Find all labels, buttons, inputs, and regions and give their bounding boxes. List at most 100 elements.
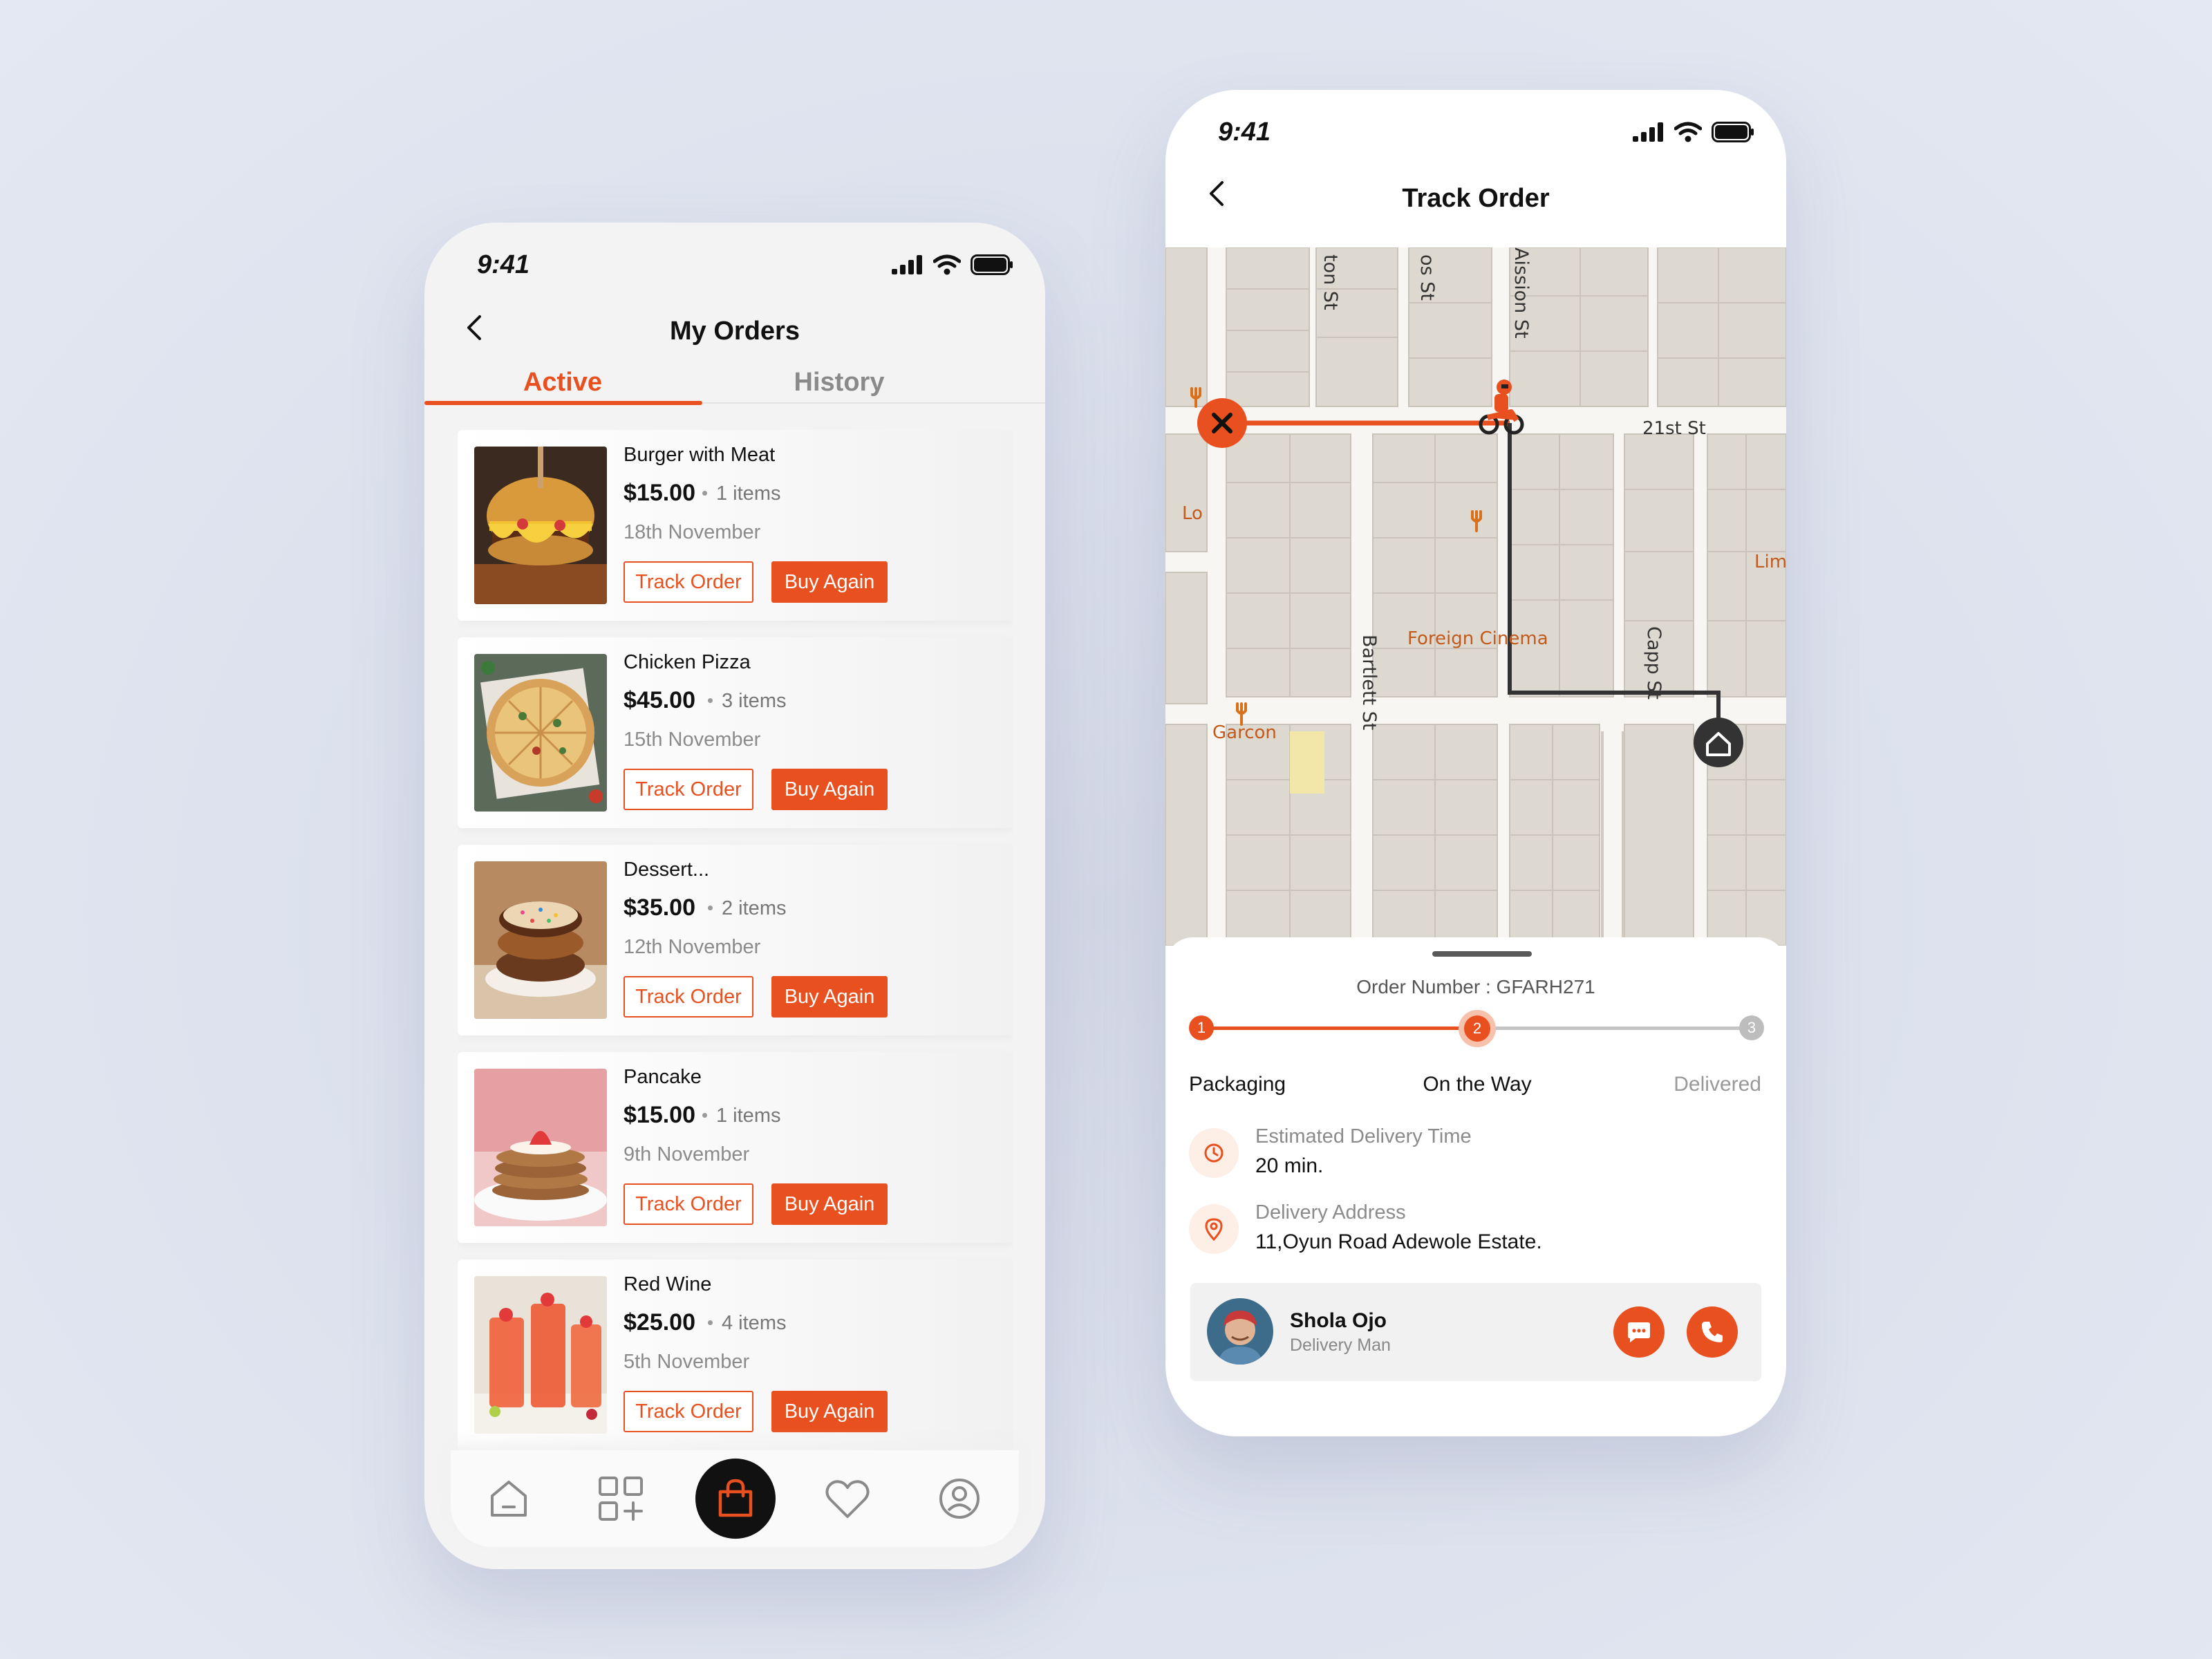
food-image-dessert [474,861,607,1019]
buy-again-button[interactable]: Buy Again [771,769,888,810]
order-date: 5th November [624,1351,750,1373]
eta-label: Estimated Delivery Time [1255,1125,1472,1147]
order-name: Pancake [624,1066,702,1088]
separator-dot [708,906,713,910]
food-image-pancake [474,1069,607,1226]
order-date: 18th November [624,521,761,543]
signal-icon [1633,122,1663,142]
orders-list[interactable]: Burger with Meat $15.00 1 items 18th Nov… [458,430,1013,1474]
map-street-label: Capp St [1643,626,1665,700]
home-location-marker[interactable] [1694,718,1743,767]
order-price: $35.00 [624,894,695,921]
map-poi-label: Garcon [1212,722,1277,743]
map-street-label: ton St [1320,254,1341,310]
status-time: 9:41 [477,250,530,279]
order-name: Red Wine [624,1273,712,1295]
buy-again-button[interactable]: Buy Again [771,1391,888,1432]
driver-role: Delivery Man [1290,1335,1391,1355]
signal-icon [892,255,922,274]
tab-history[interactable]: History [701,368,977,397]
progress-fill [1201,1027,1477,1030]
message-driver-button[interactable] [1613,1306,1665,1358]
track-order-phone: 9:41 Track Order ton St os St Aission St… [1165,90,1786,1436]
nav-home[interactable] [478,1468,539,1529]
nav-profile[interactable] [929,1468,990,1529]
order-items-count: 1 items [716,1105,781,1127]
nav-orders[interactable] [695,1459,776,1539]
order-card[interactable]: Red Wine $25.00 4 items 5th November Tra… [458,1259,1013,1450]
clock-icon-badge [1189,1128,1239,1178]
eta-value: 20 min. [1255,1154,1324,1177]
order-card[interactable]: Chicken Pizza $45.00 3 items 15th Novemb… [458,637,1013,828]
track-order-button[interactable]: Track Order [624,769,753,810]
order-price: $15.00 [624,1102,695,1128]
order-name: Dessert... [624,859,710,881]
order-items-count: 2 items [722,897,787,919]
nav-categories[interactable] [590,1468,651,1529]
step-3-marker: 3 [1739,1015,1764,1040]
food-image-pizza [474,654,607,812]
tab-divider [702,402,1045,404]
order-items-count: 3 items [722,690,787,712]
driver-avatar [1207,1298,1273,1365]
order-details-sheet: Order Number : GFARH271 1 2 3 Packaging … [1165,937,1786,1436]
address-label: Delivery Address [1255,1201,1406,1224]
active-tab-indicator [424,401,702,405]
nav-favorites[interactable] [817,1468,878,1529]
step-3-label: Delivered [1674,1073,1761,1096]
separator-dot [702,491,707,496]
order-price: $15.00 [624,480,695,506]
track-order-button[interactable]: Track Order [624,1391,753,1432]
order-card[interactable]: Burger with Meat $15.00 1 items 18th Nov… [458,430,1013,621]
track-order-button[interactable]: Track Order [624,1183,753,1225]
order-items-count: 4 items [722,1312,787,1334]
heart-icon [825,1480,870,1518]
driver-card: Shola Ojo Delivery Man [1190,1283,1761,1381]
map-street-label: Aission St [1510,247,1532,339]
step-1-label: Packaging [1189,1073,1286,1096]
order-date: 12th November [624,936,761,958]
map-poi-label: Lim [1754,552,1786,572]
profile-icon [939,1479,980,1519]
driver-name: Shola Ojo [1290,1309,1387,1332]
page-title: My Orders [670,317,800,346]
track-order-button[interactable]: Track Order [624,976,753,1018]
buy-again-button[interactable]: Buy Again [771,561,888,603]
location-pin-icon [1205,1218,1223,1241]
track-order-button[interactable]: Track Order [624,561,753,603]
tab-active[interactable]: Active [424,368,701,397]
map-street-label: 21st St [1642,418,1706,439]
step-1-marker: 1 [1189,1015,1214,1040]
order-card[interactable]: Dessert... $35.00 2 items 12th November … [458,845,1013,1035]
home-icon [491,1481,527,1517]
food-image-burger [474,447,607,604]
order-items-count: 1 items [716,482,781,505]
buy-again-button[interactable]: Buy Again [771,976,888,1018]
separator-dot [708,698,713,703]
buy-again-button[interactable]: Buy Again [771,1183,888,1225]
page-title: Track Order [1402,184,1550,213]
order-date: 15th November [624,729,761,751]
location-icon-badge [1189,1204,1239,1254]
order-card[interactable]: Pancake $15.00 1 items 9th November Trac… [458,1052,1013,1243]
my-orders-phone: 9:41 My Orders Active History Burger wit… [424,223,1045,1569]
order-date: 9th November [624,1143,750,1165]
shopping-bag-icon [718,1479,753,1517]
map-poi-label: Foreign Cinema [1407,628,1548,649]
step-2-label: On the Way [1423,1073,1532,1096]
separator-dot [708,1320,713,1325]
clock-icon [1204,1143,1224,1163]
call-driver-button[interactable] [1687,1306,1738,1358]
restaurant-location-marker[interactable] [1197,398,1247,448]
address-value: 11,Oyun Road Adewole Estate. [1255,1230,1542,1253]
battery-icon [971,254,1013,275]
map-poi-label: Lo [1182,503,1203,524]
delivery-map[interactable]: ton St os St Aission St 21st St Bartlett… [1165,247,1786,946]
map-street-label: Bartlett St [1358,635,1380,730]
order-price: $45.00 [624,687,695,713]
status-time: 9:41 [1218,118,1271,147]
status-bar-icons [1633,122,1754,142]
wifi-icon [1674,122,1702,142]
order-name: Burger with Meat [624,444,776,466]
order-name: Chicken Pizza [624,651,751,673]
